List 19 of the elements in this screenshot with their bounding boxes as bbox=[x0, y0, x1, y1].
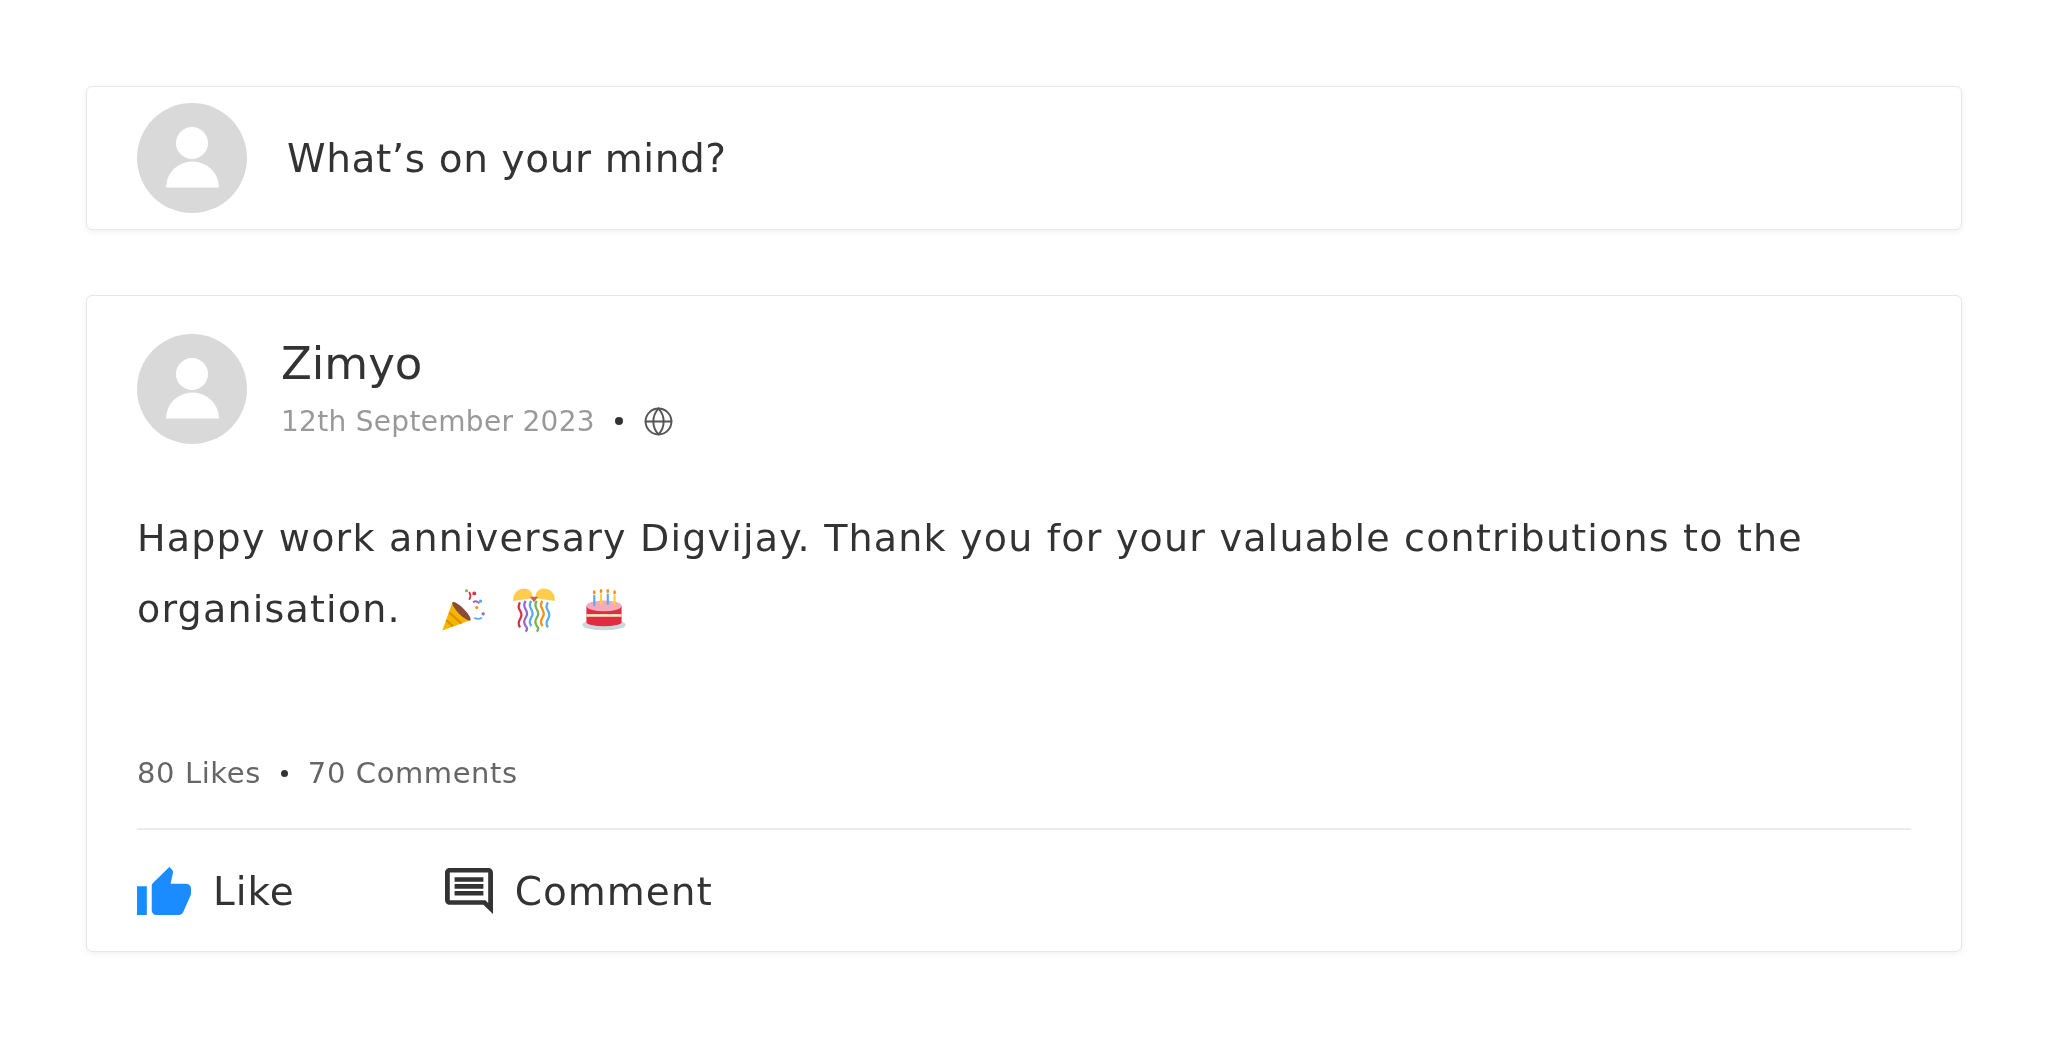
globe-icon bbox=[642, 405, 674, 437]
party-popper-icon bbox=[440, 586, 487, 633]
post-text-line: Happy work anniversary Digvijay. Thank you for your valuable contributions to the bbox=[137, 515, 1803, 562]
comment-icon bbox=[444, 868, 493, 914]
post-input[interactable]: What’s on your mind? bbox=[287, 129, 1911, 187]
comment-button[interactable]: Comment bbox=[444, 861, 713, 921]
confetti-ball-icon bbox=[510, 586, 557, 633]
separator-dot-icon bbox=[280, 769, 288, 777]
user-avatar-icon bbox=[137, 334, 247, 444]
comments-count: 70 Comments bbox=[307, 756, 518, 790]
post-composer[interactable]: What’s on your mind? bbox=[86, 86, 1962, 230]
user-avatar-icon bbox=[137, 103, 247, 213]
birthday-cake-icon bbox=[580, 586, 627, 633]
post-date: 12th September 2023 bbox=[281, 404, 595, 438]
likes-count: 80 Likes bbox=[137, 756, 261, 790]
separator-dot-icon bbox=[614, 417, 623, 425]
like-button[interactable]: Like bbox=[137, 861, 295, 921]
author-name: Zimyo bbox=[281, 338, 423, 390]
post-text-line: organisation. bbox=[137, 586, 401, 633]
